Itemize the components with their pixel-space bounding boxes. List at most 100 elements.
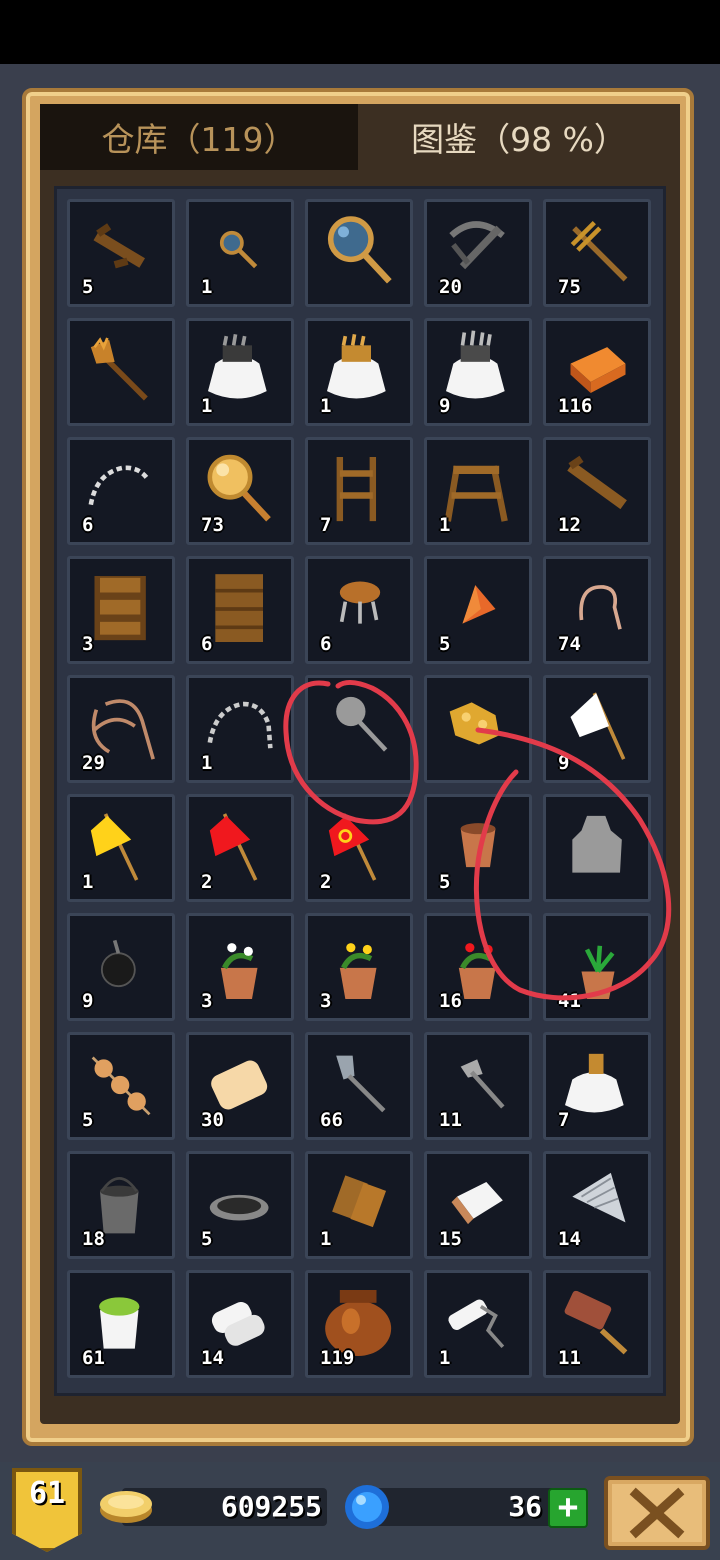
- inventory-slot[interactable]: 75: [543, 199, 651, 307]
- item-count: 5: [82, 1109, 94, 1131]
- inventory-slot[interactable]: 15: [424, 1151, 532, 1259]
- inventory-slot[interactable]: 18: [67, 1151, 175, 1259]
- item-count: 6: [320, 633, 332, 655]
- inventory-slot[interactable]: 41: [543, 913, 651, 1021]
- gold-ore-icon: [449, 702, 500, 745]
- inventory-slot[interactable]: 74: [543, 556, 651, 664]
- item-count: 18: [82, 1228, 105, 1250]
- inventory-slot[interactable]: [543, 794, 651, 902]
- inventory-slot[interactable]: 14: [543, 1151, 651, 1259]
- item-grid: 5 1 20 75 1 1 9 116 6 73 7 1 12 3 6 6 5 74 29 1 9 1 2 2 5 9 3 3 16 41…: [54, 186, 666, 1396]
- inventory-slot[interactable]: 9: [424, 318, 532, 426]
- inventory-slot[interactable]: 11: [424, 1032, 532, 1140]
- item-count: 2: [201, 871, 213, 893]
- inventory-slot[interactable]: 1: [424, 1270, 532, 1378]
- inventory-slot[interactable]: 3: [67, 556, 175, 664]
- coin-count: 609255: [220, 1490, 322, 1523]
- inventory-slot[interactable]: 66: [305, 1032, 413, 1140]
- tab-warehouse[interactable]: 仓库（119）: [40, 104, 358, 170]
- inventory-slot[interactable]: 9: [543, 675, 651, 783]
- item-count: 5: [439, 871, 451, 893]
- item-count: 66: [320, 1109, 343, 1131]
- magnifying-glass-icon: [327, 216, 392, 284]
- gray-mirror-silhouette-icon: [336, 696, 388, 752]
- inventory-slot[interactable]: 1: [67, 794, 175, 902]
- inventory-slot[interactable]: 2: [186, 794, 294, 902]
- inventory-slot[interactable]: 30: [186, 1032, 294, 1140]
- item-count: 75: [558, 276, 581, 298]
- inventory-slot[interactable]: 7: [543, 1032, 651, 1140]
- item-count: 15: [439, 1228, 462, 1250]
- add-gems-button[interactable]: +: [548, 1488, 588, 1528]
- inventory-slot[interactable]: 1: [305, 1151, 413, 1259]
- inventory-slot[interactable]: 6: [186, 556, 294, 664]
- inventory-slot[interactable]: 12: [543, 437, 651, 545]
- item-count: 3: [201, 990, 213, 1012]
- item-count: 11: [439, 1109, 462, 1131]
- gray-pelt-silhouette-icon: [572, 815, 622, 873]
- item-count: 3: [320, 990, 332, 1012]
- item-count: 11: [558, 1347, 581, 1369]
- item-count: 30: [201, 1109, 224, 1131]
- item-count: 5: [82, 276, 94, 298]
- item-count: 14: [201, 1347, 224, 1369]
- inventory-slot[interactable]: [305, 675, 413, 783]
- inventory-slot[interactable]: 5: [67, 199, 175, 307]
- item-count: 12: [558, 514, 581, 536]
- gem-count: 36: [508, 1490, 542, 1523]
- item-count: 3: [82, 633, 94, 655]
- item-count: 61: [82, 1347, 105, 1369]
- item-count: 9: [439, 395, 451, 417]
- inventory-slot[interactable]: 29: [67, 675, 175, 783]
- item-count: 1: [201, 752, 213, 774]
- inventory-slot[interactable]: 5: [424, 556, 532, 664]
- inventory-slot[interactable]: 73: [186, 437, 294, 545]
- inventory-slot[interactable]: [305, 199, 413, 307]
- inventory-slot[interactable]: 3: [305, 913, 413, 1021]
- item-count: 74: [558, 633, 581, 655]
- inventory-slot[interactable]: 5: [67, 1032, 175, 1140]
- item-count: 6: [201, 633, 213, 655]
- item-count: 1: [201, 276, 213, 298]
- item-count: 1: [82, 871, 94, 893]
- inventory-slot[interactable]: 2: [305, 794, 413, 902]
- inventory-slot[interactable]: [67, 318, 175, 426]
- item-count: 6: [82, 514, 94, 536]
- item-count: 5: [201, 1228, 213, 1250]
- inventory-slot[interactable]: 6: [305, 556, 413, 664]
- inventory-slot[interactable]: 1: [186, 199, 294, 307]
- inventory-slot[interactable]: 119: [305, 1270, 413, 1378]
- inventory-slot[interactable]: 20: [424, 199, 532, 307]
- inventory-slot[interactable]: 116: [543, 318, 651, 426]
- item-count: 7: [558, 1109, 570, 1131]
- inventory-slot[interactable]: 11: [543, 1270, 651, 1378]
- inventory-slot[interactable]: 7: [305, 437, 413, 545]
- item-count: 9: [82, 990, 94, 1012]
- inventory-slot[interactable]: 5: [186, 1151, 294, 1259]
- inventory-slot[interactable]: [424, 675, 532, 783]
- item-count: 1: [201, 395, 213, 417]
- inventory-slot[interactable]: 1: [424, 437, 532, 545]
- inventory-slot[interactable]: 6: [67, 437, 175, 545]
- inventory-slot[interactable]: 1: [305, 318, 413, 426]
- item-count: 119: [320, 1347, 355, 1369]
- inventory-slot[interactable]: 9: [67, 913, 175, 1021]
- inventory-slot[interactable]: 16: [424, 913, 532, 1021]
- close-button[interactable]: [604, 1476, 710, 1550]
- item-count: 73: [201, 514, 224, 536]
- inventory-slot[interactable]: 5: [424, 794, 532, 902]
- inventory-slot[interactable]: 14: [186, 1270, 294, 1378]
- inventory-slot[interactable]: 61: [67, 1270, 175, 1378]
- tab-catalog[interactable]: 图鉴（98 %）: [358, 104, 680, 170]
- item-count: 5: [439, 633, 451, 655]
- item-count: 16: [439, 990, 462, 1012]
- inventory-slot[interactable]: 1: [186, 318, 294, 426]
- item-count: 29: [82, 752, 105, 774]
- item-count: 1: [320, 1228, 332, 1250]
- status-bar: [0, 0, 720, 64]
- item-count: 1: [320, 395, 332, 417]
- inventory-slot[interactable]: 3: [186, 913, 294, 1021]
- item-count: 7: [320, 514, 332, 536]
- item-count: 9: [558, 752, 570, 774]
- inventory-slot[interactable]: 1: [186, 675, 294, 783]
